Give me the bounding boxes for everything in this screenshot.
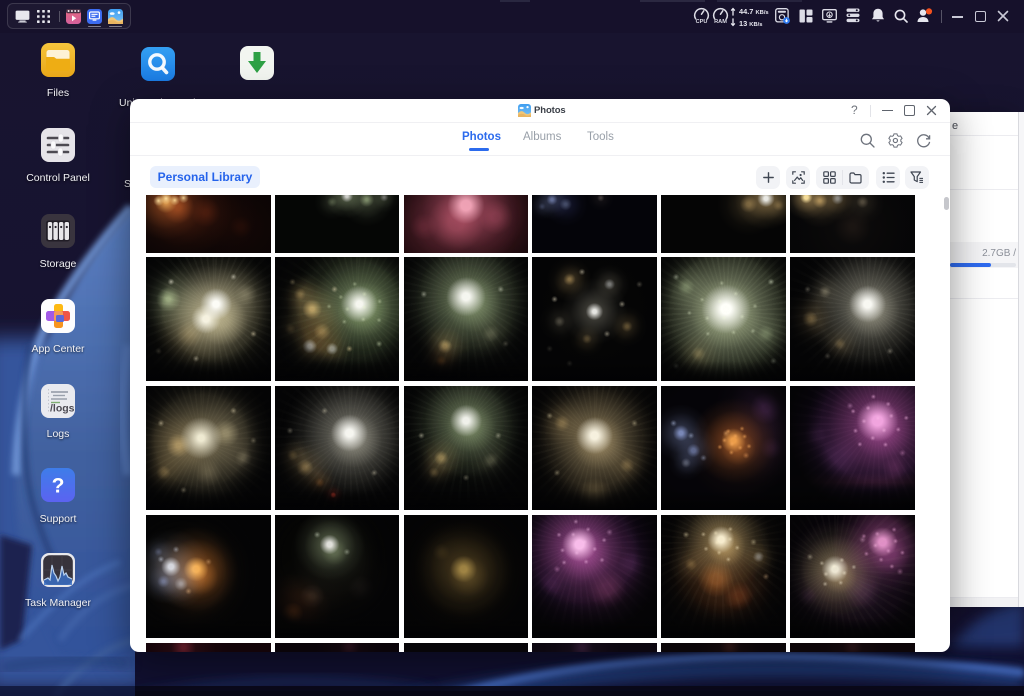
svg-text:RAM: RAM <box>714 19 727 24</box>
svg-text:?: ? <box>52 475 65 498</box>
svg-text:CPU: CPU <box>696 19 708 24</box>
svg-text:/logs: /logs <box>50 403 75 415</box>
